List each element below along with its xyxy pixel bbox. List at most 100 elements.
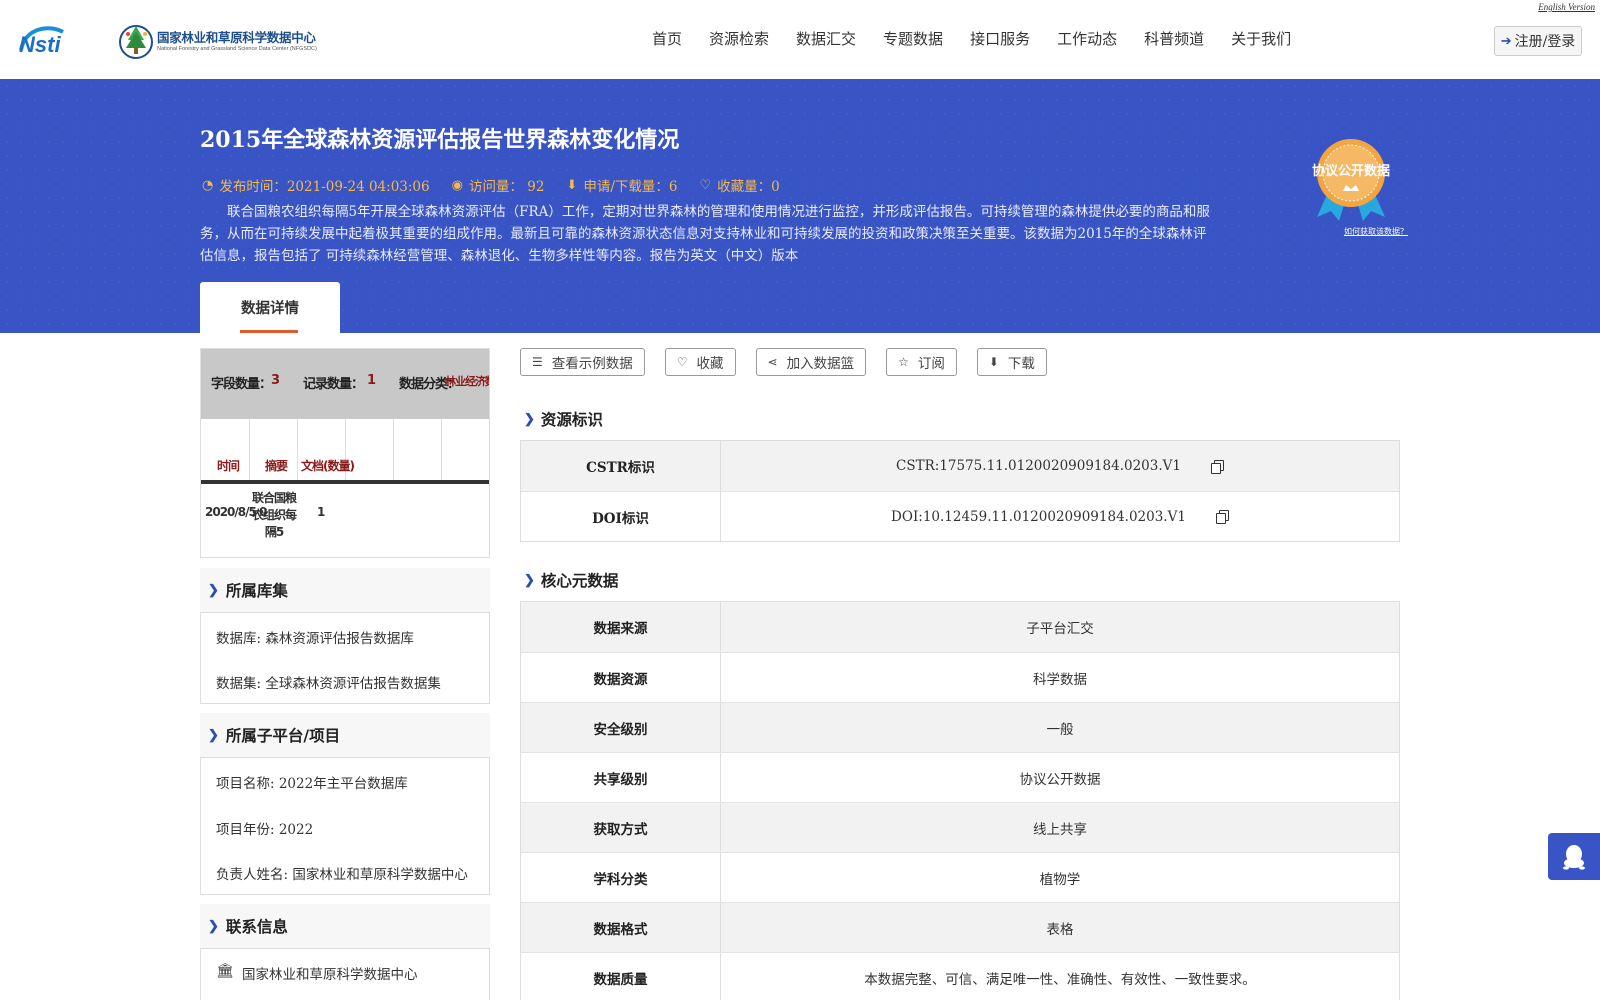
logo-cn-text: 国家林业和草原科学数据中心 xyxy=(157,30,316,45)
add-basket-label: 加入数据篮 xyxy=(786,356,855,372)
nav-work-news[interactable]: 工作动态 xyxy=(1057,28,1117,49)
chevron-right-icon: ❯ xyxy=(208,582,219,598)
contact-section-header: ❯ 联系信息 xyxy=(200,904,490,948)
share-icon: ⋖ xyxy=(767,355,778,369)
nav-api-service[interactable]: 接口服务 xyxy=(970,28,1030,49)
table-cell-value: 子平台汇交 xyxy=(1026,621,1094,637)
login-button[interactable]: ➔ 注册/登录 xyxy=(1494,26,1582,56)
preview-header-doc-count: 文档(数量) xyxy=(301,459,355,473)
subscribe-button[interactable]: ☆ 订阅 xyxy=(886,348,957,376)
cstr-key: CSTR标识 xyxy=(521,441,721,491)
table-cell-value: 一般 xyxy=(1046,721,1074,738)
add-to-basket-button[interactable]: ⋖ 加入数据篮 xyxy=(755,348,867,376)
downloads-text: 申请/下载量：6 xyxy=(583,179,678,195)
identifiers-title: 资源标识 xyxy=(540,410,603,429)
dataset-toolbar: ☰ 查看示例数据 ♡ 收藏 ⋖ 加入数据篮 ☆ 订阅 ⬇ 下载 xyxy=(520,348,1067,376)
nfgsdc-logo[interactable]: 国家林业和草原科学数据中心 National Forestry and Gras… xyxy=(118,22,338,60)
table-row: 数据质量 本数据完整、可信、满足唯一性、准确性、有效性、一致性要求。 xyxy=(521,952,1399,1000)
view-sample-button[interactable]: ☰ 查看示例数据 xyxy=(520,348,645,376)
identifiers-table: CSTR标识 CSTR:17575.11.0120020909184.0203.… xyxy=(520,440,1400,542)
nsti-logo[interactable]: Nsti xyxy=(19,22,97,56)
table-row: 数据资源 科学数据 xyxy=(521,652,1399,702)
preview-summary-bar: 字段数量： 3 记录数量： 1 数据分类： 林业经济数据 xyxy=(201,349,489,419)
library-database-link[interactable]: 数据库: 森林资源评估报告数据库 xyxy=(216,627,478,647)
nav-science-channel[interactable]: 科普频道 xyxy=(1144,28,1204,49)
clock-icon: ◔ xyxy=(202,177,214,193)
table-row: 安全级别 一般 xyxy=(521,702,1399,752)
core-metadata-header: ❯ 核心元数据 xyxy=(524,569,618,591)
how-to-get-data-link[interactable]: 如何获取该数据？ xyxy=(1344,226,1408,237)
core-metadata-table: 数据来源 子平台汇交 数据资源 科学数据 安全级别 一般 共享级别 协议公开数据… xyxy=(520,601,1400,1000)
nav-about-us[interactable]: 关于我们 xyxy=(1231,28,1291,49)
tab-data-details-label: 数据详情 xyxy=(241,300,299,317)
chevron-right-icon: ❯ xyxy=(524,411,535,427)
library-section-box: 数据库: 森林资源评估报告数据库 数据集: 全球森林资源评估报告数据集 xyxy=(200,612,490,704)
preview-col-divider xyxy=(393,419,394,483)
open-data-badge: 协议公开数据 xyxy=(1307,135,1395,221)
copy-icon[interactable] xyxy=(1215,510,1229,524)
star-icon: ☆ xyxy=(898,355,909,369)
table-cell-key: 共享级别 xyxy=(521,753,721,802)
doi-key: DOI标识 xyxy=(521,492,721,541)
table-cell-value: 线上共享 xyxy=(1033,821,1087,838)
preview-col-divider xyxy=(249,419,250,483)
preview-record-count-label: 记录数量： xyxy=(303,377,364,392)
table-cell-value: 植物学 xyxy=(1039,871,1081,888)
library-dataset-link[interactable]: 数据集: 全球森林资源评估报告数据集 xyxy=(216,672,478,692)
table-cell-key: 学科分类 xyxy=(521,853,721,902)
download-label: 下载 xyxy=(1007,356,1035,372)
project-section-header: ❯ 所属子平台/项目 xyxy=(200,713,490,757)
institution-icon: 🏛 xyxy=(216,963,234,979)
cstr-value: CSTR:17575.11.0120020909184.0203.V1 xyxy=(896,458,1181,474)
table-cell-value: 表格 xyxy=(1046,921,1074,938)
download-button[interactable]: ⬇ 下载 xyxy=(976,348,1047,376)
heart-icon: ♡ xyxy=(699,177,712,193)
english-version-link[interactable]: English Version xyxy=(1538,2,1595,12)
copy-icon[interactable] xyxy=(1210,459,1224,474)
logo-en-text: National Forestry and Grassland Science … xyxy=(157,46,317,52)
eye-icon: ◉ xyxy=(451,177,463,193)
sample-data-preview[interactable]: 字段数量： 3 记录数量： 1 数据分类： 林业经济数据 时间 摘要 文档(数量… xyxy=(200,348,490,558)
badge-label: 协议公开数据 xyxy=(1311,164,1390,179)
subscribe-label: 订阅 xyxy=(917,356,945,372)
favorite-button[interactable]: ♡ 收藏 xyxy=(664,348,736,376)
dataset-banner: 2015年全球森林资源评估报告世界森林变化情况 ◔ 发布时间：2021-09-2… xyxy=(0,79,1600,333)
site-header: Nsti 国家林业和草原科学数据中心 National Forestry and… xyxy=(0,0,1600,79)
download-icon: ⬇ xyxy=(566,177,578,193)
preview-header-abstract: 摘要 xyxy=(265,459,288,473)
project-owner-text: 负责人姓名: 国家林业和草原科学数据中心 xyxy=(216,867,468,883)
chevron-right-icon: ❯ xyxy=(208,918,219,934)
contact-institution-text: 国家林业和草原科学数据中心 xyxy=(242,967,418,983)
nav-thematic-data[interactable]: 专题数据 xyxy=(883,28,943,49)
core-metadata-title: 核心元数据 xyxy=(540,571,619,590)
sign-in-icon: ➔ xyxy=(1500,33,1512,49)
nav-home[interactable]: 首页 xyxy=(652,28,682,49)
login-label: 注册/登录 xyxy=(1514,34,1576,50)
qq-contact-button[interactable] xyxy=(1548,833,1600,880)
project-section-title: 所属子平台/项目 xyxy=(225,726,341,745)
downloads-stat: ⬇ 申请/下载量：6 xyxy=(566,175,678,196)
project-name-text: 项目名称: 2022年主平台数据库 xyxy=(216,776,408,792)
view-sample-label: 查看示例数据 xyxy=(551,356,633,372)
table-cell-key: 数据格式 xyxy=(521,903,721,952)
contact-section-box: 🏛 国家林业和草原科学数据中心 xyxy=(200,948,490,1000)
preview-field-count-label: 字段数量： xyxy=(211,377,272,392)
project-year-text: 项目年份: 2022 xyxy=(216,822,314,838)
table-cell-value: 科学数据 xyxy=(1033,671,1087,688)
nav-data-submission[interactable]: 数据汇交 xyxy=(796,28,856,49)
visits-stat: ◉ 访问量： 92 xyxy=(451,175,545,196)
nav-resource-search[interactable]: 资源检索 xyxy=(709,28,769,49)
preview-header-grid: 时间 摘要 文档(数量) xyxy=(201,419,489,483)
library-section-title: 所属库集 xyxy=(225,581,288,600)
publish-time-text: 发布时间：2021-09-24 04:03:06 xyxy=(219,179,430,195)
tab-data-details[interactable]: 数据详情 xyxy=(200,282,340,333)
table-row: DOI标识 DOI:10.12459.11.0120020909184.0203… xyxy=(521,491,1399,541)
preview-col-divider xyxy=(441,419,442,483)
preview-col-divider xyxy=(297,419,298,483)
preview-record-count-value: 1 xyxy=(367,373,376,388)
preview-header-time: 时间 xyxy=(217,459,240,473)
preview-category-value: 林业经济数据 xyxy=(445,375,489,388)
download-icon: ⬇ xyxy=(988,355,999,369)
table-cell-value: 本数据完整、可信、满足唯一性、准确性、有效性、一致性要求。 xyxy=(864,971,1256,988)
table-row: 数据格式 表格 xyxy=(521,902,1399,952)
